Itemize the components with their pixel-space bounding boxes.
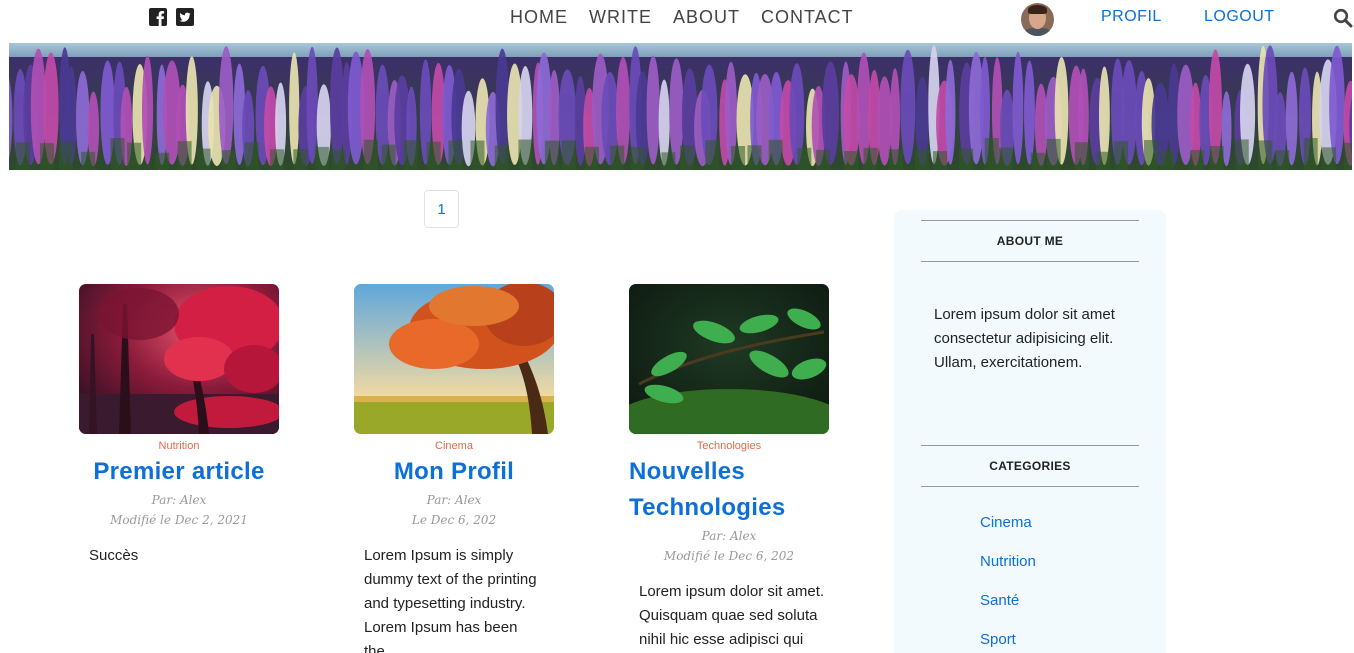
sidebar-about-text: Lorem ipsum dolor sit amet consectetur a…: [934, 306, 1115, 371]
category-link-sante[interactable]: Santé: [980, 590, 1036, 629]
nav-contact-link[interactable]: CONTACT: [761, 7, 854, 28]
category-link-sport[interactable]: Sport: [980, 629, 1036, 653]
post-thumbnail[interactable]: [79, 284, 279, 434]
nav-about-link[interactable]: ABOUT: [673, 7, 740, 28]
post-title[interactable]: Premier article: [79, 454, 279, 490]
sidebar-categories-heading: CATEGORIES: [921, 445, 1139, 487]
post-title[interactable]: Mon Profil: [354, 454, 554, 490]
post-date: Modifié le Dec 6, 202: [663, 549, 795, 563]
post-author: Par: Alex: [426, 493, 482, 507]
post-category[interactable]: Technologies: [629, 440, 829, 452]
post-card: Cinema Mon Profil Par: Alex Le Dec 6, 20…: [354, 284, 554, 653]
post-thumbnail[interactable]: [354, 284, 554, 434]
post-excerpt: Succès: [89, 547, 139, 564]
facebook-icon[interactable]: [149, 8, 167, 26]
social-links: [149, 8, 194, 26]
nav-home-link[interactable]: HOME: [510, 7, 568, 28]
post-author: Par: Alex: [701, 529, 757, 543]
post-category[interactable]: Cinema: [354, 440, 554, 452]
nav-write-link[interactable]: WRITE: [589, 7, 652, 28]
post-author: Par: Alex: [151, 493, 207, 507]
profil-link[interactable]: PROFIL: [1101, 8, 1162, 26]
post-card: Technologies Nouvelles Technologies Par:…: [629, 284, 829, 652]
header-banner-image: [9, 43, 1352, 170]
post-date: Modifié le Dec 2, 2021: [110, 513, 248, 527]
post-thumbnail[interactable]: [629, 284, 829, 434]
search-icon[interactable]: [1333, 8, 1353, 28]
main-nav: HOME WRITE ABOUT CONTACT: [510, 7, 875, 28]
post-excerpt: Lorem Ipsum is simply dummy text of the …: [364, 547, 537, 653]
post-title[interactable]: Nouvelles Technologies: [629, 454, 829, 526]
twitter-icon[interactable]: [176, 8, 194, 26]
sidebar: ABOUT ME Lorem ipsum dolor sit amet cons…: [894, 210, 1166, 653]
category-link-cinema[interactable]: Cinema: [980, 512, 1036, 551]
logout-link[interactable]: LOGOUT: [1204, 8, 1275, 26]
pagination-page-1[interactable]: 1: [424, 190, 459, 228]
top-navbar: HOME WRITE ABOUT CONTACT PROFIL LOGOUT: [0, 0, 1354, 42]
post-card: Nutrition Premier article Par: Alex Modi…: [79, 284, 279, 568]
post-category[interactable]: Nutrition: [79, 440, 279, 452]
post-excerpt: Lorem ipsum dolor sit amet. Quisquam qua…: [639, 583, 825, 648]
avatar[interactable]: [1021, 3, 1054, 36]
sidebar-about-heading: ABOUT ME: [921, 220, 1139, 262]
category-link-nutrition[interactable]: Nutrition: [980, 551, 1036, 590]
post-date: Le Dec 6, 202: [411, 513, 497, 527]
category-list: Cinema Nutrition Santé Sport: [980, 512, 1036, 653]
